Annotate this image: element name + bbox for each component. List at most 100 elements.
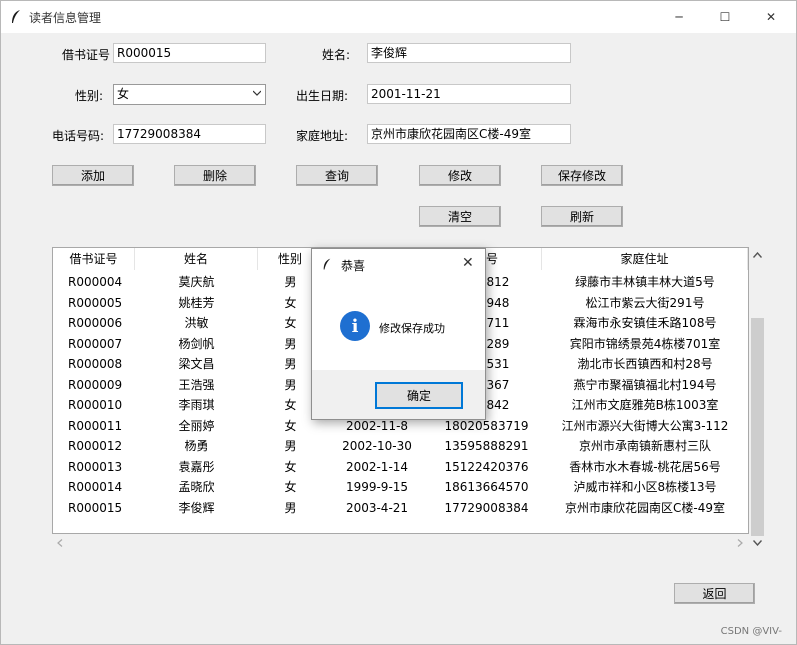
window-title: 读者信息管理 <box>29 11 102 25</box>
table-cell: 13595888291 <box>444 439 529 453</box>
table-cell: R000004 <box>68 275 123 289</box>
table-cell: R000006 <box>68 316 123 330</box>
table-cell: 京州市康欣花园南区C楼-49室 <box>565 500 725 515</box>
table-cell: 全丽婷 <box>178 418 215 433</box>
table-cell: 2002-10-30 <box>342 439 412 453</box>
modify-button[interactable]: 修改 <box>419 165 501 186</box>
card-number-input[interactable]: R000015 <box>113 43 266 63</box>
table-cell: 15122420376 <box>444 459 529 474</box>
dialog-title-bar: 恭喜 ✕ <box>312 249 485 280</box>
gender-label: 性别: <box>75 89 104 103</box>
card-number-label: 借书证号 <box>62 48 111 62</box>
chevron-right-icon[interactable] <box>737 539 743 547</box>
info-icon: i <box>340 311 370 341</box>
table-cell: 17729008384 <box>444 500 529 515</box>
table-cell: R000015 <box>68 500 123 515</box>
table-cell: 2003-4-21 <box>345 500 409 515</box>
table-cell: 洪敏 <box>184 316 209 330</box>
table-cell: 江州市文庭雅苑B栋1003室 <box>571 398 719 412</box>
table-cell: 燕宁市聚福镇福北村194号 <box>573 377 717 392</box>
table-row[interactable]: R000014 孟晓欣 女 1999-9-15 18613664570 泸威市祥和小区8栋… <box>53 477 748 498</box>
success-dialog: 恭喜 ✕ i 修改保存成功 确定 <box>311 248 486 420</box>
table-cell: 香林市水木春城-桃花居56号 <box>569 459 721 474</box>
dialog-message: 修改保存成功 <box>379 322 445 335</box>
table-cell: R000013 <box>68 459 123 474</box>
table-cell: 霖海市永安镇佳禾路108号 <box>573 316 717 330</box>
feather-icon <box>12 10 20 23</box>
phone-label: 电话号码: <box>52 129 105 143</box>
table-cell: 宾阳市锦绣景苑4栋楼701室 <box>569 336 721 351</box>
table-cell: 姚桂芳 <box>178 295 215 310</box>
table-cell: 女 <box>284 480 297 494</box>
minimize-button[interactable]: ─ <box>656 1 702 33</box>
title-bar: 读者信息管理 ─ ☐ ✕ <box>1 1 796 33</box>
table-cell: R000007 <box>68 336 123 351</box>
gender-select[interactable]: 女 <box>113 84 266 105</box>
table-cell: 梁文昌 <box>178 357 215 371</box>
dialog-body: i 修改保存成功 <box>312 280 485 370</box>
table-cell: 渤北市长西镇西和村28号 <box>577 357 713 371</box>
save-modify-button[interactable]: 保存修改 <box>541 165 623 186</box>
chevron-up-icon[interactable] <box>753 252 762 258</box>
dialog-title: 恭喜 <box>341 259 366 273</box>
table-row[interactable]: R000012 杨勇 男 2002-10-30 13595888291 京州市承南镇新惠村… <box>53 436 748 457</box>
table-cell: R000008 <box>68 357 123 371</box>
name-label: 姓名: <box>322 48 351 62</box>
maximize-button[interactable]: ☐ <box>702 1 748 33</box>
app-window: 读者信息管理 ─ ☐ ✕ 借书证号 R000015 姓名: 李俊辉 性别: 女 … <box>0 0 797 645</box>
chevron-down-icon[interactable] <box>753 540 762 546</box>
table-cell: 绿藤市丰林镇丰林大道5号 <box>575 275 715 289</box>
table-cell: 李雨琪 <box>178 398 215 412</box>
table-cell: R000014 <box>68 480 123 494</box>
table-row[interactable]: R000013 袁嘉彤 女 2002-1-14 15122420376 香林市水木春城-桃… <box>53 457 748 478</box>
gender-value: 女 <box>117 87 130 101</box>
vertical-scrollbar[interactable] <box>749 247 766 550</box>
table-cell: R000009 <box>68 377 123 392</box>
address-label: 家庭地址: <box>296 129 349 143</box>
table-cell: 莫庆航 <box>178 275 215 289</box>
chevron-down-icon <box>253 90 261 96</box>
add-button[interactable]: 添加 <box>52 165 134 186</box>
table-cell: 女 <box>284 459 297 474</box>
table-row[interactable]: R000015 李俊辉 男 2003-4-21 17729008384 京州市康欣花园南区… <box>53 498 748 519</box>
close-button[interactable]: ✕ <box>748 1 794 33</box>
scrollbar-thumb[interactable] <box>751 318 764 536</box>
column-header[interactable]: 家庭住址 <box>542 248 748 270</box>
table-cell: 袁嘉彤 <box>178 459 215 474</box>
ok-button[interactable]: 确定 <box>375 382 463 409</box>
table-cell: 男 <box>284 439 297 453</box>
table-cell: 18613664570 <box>444 480 529 494</box>
table-cell: 男 <box>284 500 297 515</box>
table-cell: 孟晓欣 <box>178 480 215 494</box>
table-cell: 杨剑帆 <box>178 336 215 351</box>
column-header[interactable]: 借书证号 <box>53 248 135 270</box>
query-button[interactable]: 查询 <box>296 165 378 186</box>
table-cell: 2002-1-14 <box>345 459 409 474</box>
chevron-left-icon[interactable] <box>57 539 63 547</box>
table-cell: 杨勇 <box>184 439 209 453</box>
table-cell: R000010 <box>68 398 123 412</box>
column-header[interactable]: 姓名 <box>135 248 258 270</box>
table-cell: 京州市承南镇新惠村三队 <box>578 439 711 453</box>
table-cell: 1999-9-15 <box>345 480 409 494</box>
table-cell: 江州市源兴大街博大公寓3-112 <box>561 418 729 433</box>
clear-button[interactable]: 清空 <box>419 206 501 227</box>
table-cell: 王浩强 <box>178 377 215 392</box>
table-cell: 李俊辉 <box>178 500 215 515</box>
birth-date-input[interactable]: 2001-11-21 <box>367 84 571 104</box>
table-cell: 泸威市祥和小区8栋楼13号 <box>573 480 717 494</box>
table-cell: R000012 <box>68 439 123 453</box>
table-cell: 松江市紫云大街291号 <box>585 295 705 310</box>
dialog-close-button[interactable]: ✕ <box>462 255 474 271</box>
table-cell: R000005 <box>68 295 123 310</box>
delete-button[interactable]: 删除 <box>174 165 256 186</box>
birth-date-label: 出生日期: <box>296 89 349 103</box>
watermark: CSDN @VIV- <box>720 626 782 637</box>
address-input[interactable]: 京州市康欣花园南区C楼-49室 <box>367 124 571 144</box>
name-input[interactable]: 李俊辉 <box>367 43 571 63</box>
refresh-button[interactable]: 刷新 <box>541 206 623 227</box>
phone-input[interactable]: 17729008384 <box>113 124 266 144</box>
horizontal-scrollbar[interactable] <box>52 534 749 551</box>
back-button[interactable]: 返回 <box>674 583 755 604</box>
feather-icon <box>323 258 331 270</box>
